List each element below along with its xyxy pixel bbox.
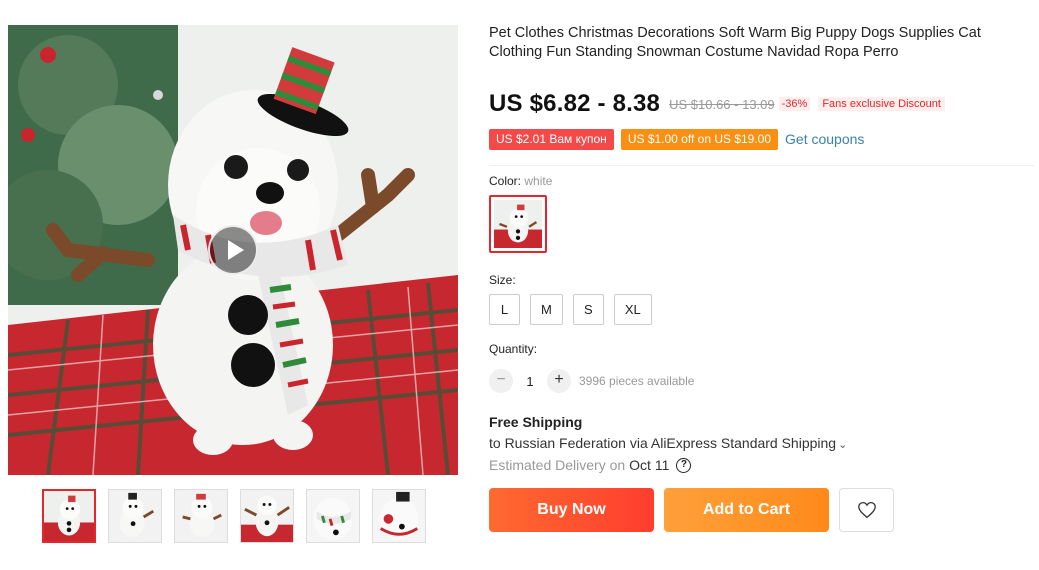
- heart-icon: [857, 501, 876, 519]
- question-circle-icon[interactable]: ?: [676, 457, 692, 473]
- thumbnail-3[interactable]: [174, 489, 228, 543]
- product-title: Pet Clothes Christmas Decorations Soft W…: [489, 25, 981, 60]
- color-option-white[interactable]: [489, 195, 547, 253]
- size-label: Size:: [489, 273, 516, 287]
- color-label: Color: white: [489, 174, 1034, 188]
- shipping-destination: to Russian Federation via AliExpress Sta…: [489, 435, 837, 451]
- thumbnail-6[interactable]: [372, 489, 426, 543]
- thumbnail-2[interactable]: [108, 489, 162, 543]
- thumbnail-4[interactable]: [240, 489, 294, 543]
- coupon-row: US $2.01 Вам купон US $1.00 off on US $1…: [489, 127, 1034, 151]
- chevron-down-icon: ⌄: [838, 439, 848, 451]
- current-price: US $6.82 - 8.38: [489, 90, 661, 117]
- quantity-label: Quantity:: [489, 342, 538, 356]
- play-video-button[interactable]: [208, 225, 258, 275]
- size-option-xl[interactable]: XL: [613, 294, 652, 325]
- discount-badge: -36%: [778, 97, 811, 111]
- shipping-method-selector[interactable]: to Russian Federation via AliExpress Sta…: [489, 435, 1034, 451]
- purchase-actions: Buy Now Add to Cart: [489, 488, 1034, 532]
- price-row: US $6.82 - 8.38 US $10.66 - 13.09 -36% F…: [489, 88, 1034, 120]
- buy-now-button[interactable]: Buy Now: [489, 488, 654, 532]
- quantity-input[interactable]: 1: [513, 374, 547, 389]
- shipping-title: Free Shipping: [489, 414, 583, 430]
- stock-available: 3996 pieces available: [579, 374, 695, 388]
- quantity-decrease-button[interactable]: −: [489, 369, 513, 393]
- color-section: Color: white: [489, 174, 1034, 253]
- product-details: Pet Clothes Christmas Decorations Soft W…: [489, 24, 1034, 532]
- select-coupon[interactable]: US $1.00 off on US $19.00: [620, 128, 779, 150]
- delivery-date: Oct 11: [629, 457, 670, 473]
- main-product-image[interactable]: [8, 25, 458, 475]
- size-option-s[interactable]: S: [572, 294, 604, 325]
- divider: [489, 165, 1034, 166]
- quantity-stepper: − 1 + 3996 pieces available: [489, 369, 1034, 393]
- thumbnail-strip: [42, 489, 426, 543]
- fans-discount-badge: Fans exclusive Discount: [818, 97, 945, 111]
- selected-color: white: [524, 174, 553, 188]
- add-to-cart-button[interactable]: Add to Cart: [664, 488, 829, 532]
- thumbnail-5[interactable]: [306, 489, 360, 543]
- thumbnail-1[interactable]: [42, 489, 96, 543]
- store-coupon[interactable]: US $2.01 Вам купон: [489, 128, 614, 150]
- size-option-l[interactable]: L: [489, 294, 520, 325]
- play-icon: [227, 240, 244, 260]
- wishlist-button[interactable]: [839, 488, 894, 532]
- estimated-delivery-label: Estimated Delivery on: [489, 457, 626, 473]
- original-price: US $10.66 - 13.09: [669, 96, 775, 112]
- quantity-increase-button[interactable]: +: [547, 369, 571, 393]
- color-label-text: Color:: [489, 174, 522, 188]
- size-option-m[interactable]: M: [530, 294, 563, 325]
- get-coupons-link[interactable]: Get coupons: [785, 131, 864, 147]
- size-options: L M S XL: [489, 294, 1034, 325]
- estimated-delivery: Estimated Delivery on Oct 11 ?: [489, 457, 1034, 473]
